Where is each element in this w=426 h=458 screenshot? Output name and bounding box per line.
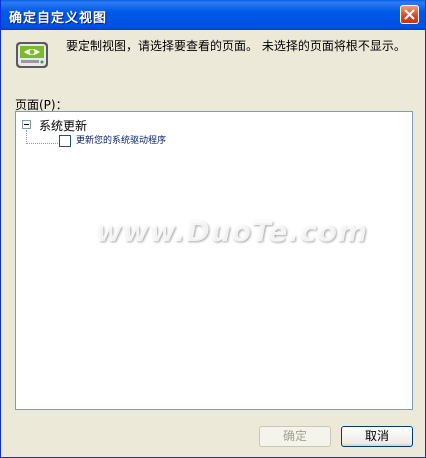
- tree-connector-line: [26, 130, 27, 144]
- collapse-icon[interactable]: [22, 120, 31, 129]
- title-bar[interactable]: 确定自定义视图: [1, 0, 425, 30]
- cancel-button[interactable]: 取消: [341, 426, 413, 447]
- window-title: 确定自定义视图: [9, 11, 108, 26]
- tree-connector-line: [26, 143, 58, 144]
- nvidia-display-icon: [16, 42, 48, 68]
- pages-tree[interactable]: 系统更新 更新您的系统驱动程序: [15, 111, 413, 410]
- tree-item-label: 更新您的系统驱动程序: [76, 136, 167, 146]
- dialog-window: 确定自定义视图 要定制视图，请选择要查看的页面。 未选择的页面将根不显示。 页面…: [0, 0, 426, 458]
- ok-button[interactable]: 确定: [259, 426, 331, 447]
- instruction-text: 要定制视图，请选择要查看的页面。 未选择的页面将根不显示。: [66, 39, 406, 53]
- watermark-text: www.DuoTe.com: [96, 215, 368, 248]
- tree-group-label: 系统更新: [39, 119, 88, 133]
- update-drivers-checkbox[interactable]: [59, 135, 71, 147]
- close-icon: [404, 9, 415, 20]
- close-button[interactable]: [400, 5, 419, 24]
